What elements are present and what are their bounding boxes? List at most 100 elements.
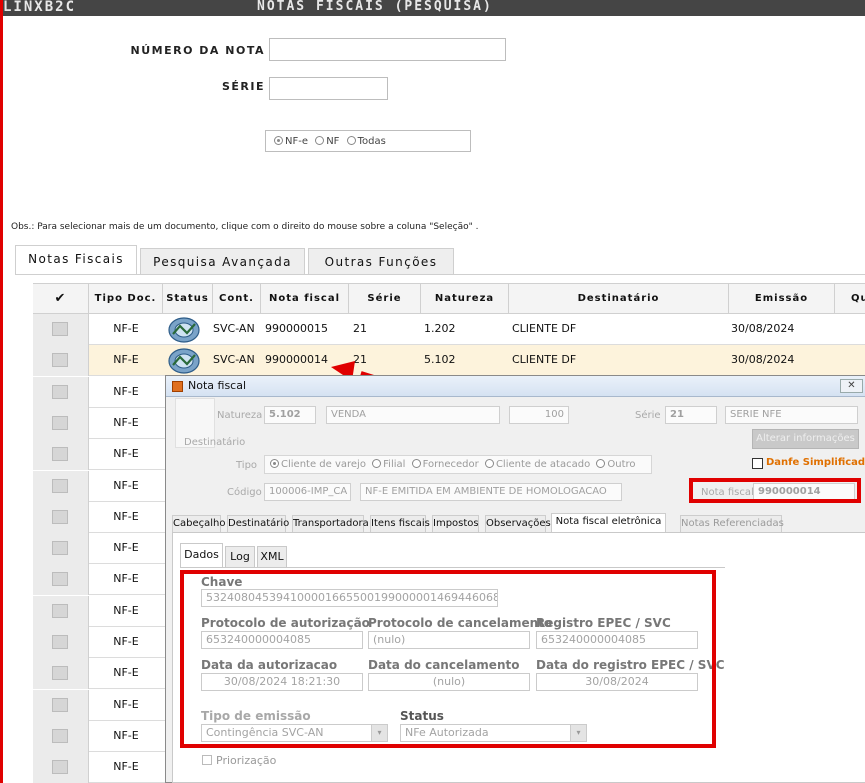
serie-code-field[interactable]: 21 [665,406,717,424]
tipo-varejo-radio[interactable]: Cliente de varejo [270,459,366,470]
subtab-itens-fiscais[interactable]: Itens fiscais [370,515,430,532]
natureza-num-field[interactable]: 100 [509,406,569,424]
table-row[interactable]: NF-E SVC-AN 990000014 21 5.102 CLIENTE DF 30/0… [33,345,865,377]
selection-cell[interactable] [33,314,89,345]
selection-cell[interactable] [33,658,89,690]
serie-input[interactable] [269,77,388,100]
col-serie-header[interactable]: Série [349,283,421,314]
inner-tab-xml[interactable]: XML [257,546,287,567]
selection-cell[interactable] [33,533,89,565]
radio-todas[interactable]: Todas [346,136,386,147]
tipo-opt-label: Filial [383,459,406,470]
row-checkbox[interactable] [52,541,68,556]
serie-label: Série [221,80,265,93]
radio-nf[interactable]: NF [315,136,339,147]
tipo-cell: NF-E [113,509,139,523]
selection-cell[interactable] [33,439,89,471]
selection-cell[interactable] [33,407,89,439]
radio-dot [372,459,382,468]
row-checkbox[interactable] [52,603,68,618]
tab-outras-funcoes[interactable]: Outras Funções [308,248,454,275]
selection-cell[interactable] [33,689,89,721]
tab-divider [15,274,865,275]
title-bar: LINXB2C NOTAS FISCAIS (PESQUISA) [3,0,865,16]
dialog-close-button[interactable]: ✕ [840,379,863,393]
codigo-field[interactable]: 100006-IMP_CA [264,483,351,501]
row-checkbox[interactable] [52,447,68,462]
subtab-observacoes[interactable]: Observações [485,515,551,532]
nfe-status-icon[interactable] [167,316,201,344]
obs-note: Obs.: Para selecionar mais de um documen… [11,222,479,232]
row-checkbox[interactable] [52,635,68,649]
row-checkbox[interactable] [52,509,68,524]
selection-cell[interactable] [33,376,89,408]
tipo-atacado-radio[interactable]: Cliente de atacado [484,459,590,470]
natureza-code-field[interactable]: 5.102 [264,406,316,424]
selection-cell[interactable] [33,345,89,377]
tab-pesquisa-avancada[interactable]: Pesquisa Avançada [140,248,305,275]
row-checkbox[interactable] [52,384,68,399]
subtab-notas-referenciadas[interactable]: Notas Referenciadas [680,515,784,532]
col-nota-header[interactable]: Nota fiscal [261,283,349,314]
codigo-desc-field[interactable]: NF-E EMITIDA EM AMBIENTE DE HOMOLOGACAO [360,483,622,501]
subtab-transportadora[interactable]: Transportadora [292,515,369,532]
subtab-impostos[interactable]: Impostos [432,515,479,532]
subtab-nfe[interactable]: Nota fiscal eletrônica [551,513,666,532]
tipo-filial-radio[interactable]: Filial [372,459,405,470]
selection-cell[interactable] [33,564,89,596]
tipo-opt-label: Cliente de varejo [281,459,366,470]
tipo-fornecedor-radio[interactable]: Fornecedor [411,459,479,470]
alterar-informacoes-button[interactable]: Alterar informações [752,429,859,449]
danfe-checkbox[interactable] [752,458,763,469]
row-checkbox[interactable] [52,415,68,430]
radio-dot [596,459,606,468]
inner-tab-log[interactable]: Log [225,546,255,567]
radio-nfe[interactable]: NF-e [274,136,308,147]
col-destinatario-header[interactable]: Destinatário [509,283,729,314]
row-checkbox[interactable] [52,760,68,775]
row-checkbox[interactable] [52,572,68,587]
serie-desc-field[interactable]: SERIE NFE [725,406,858,424]
selection-cell[interactable] [33,752,89,783]
radio-dot [274,136,283,145]
subtab-destinatario[interactable]: Destinatário [227,515,289,532]
natureza-label: Natureza [217,410,263,421]
col-cont-header[interactable]: Cont. [213,283,261,314]
row-checkbox[interactable] [52,322,68,336]
tipo-cell: NF-E [113,572,139,586]
nfe-status-icon[interactable] [167,347,201,375]
selection-cell[interactable] [33,470,89,502]
selection-cell[interactable] [33,720,89,752]
selection-cell[interactable] [33,501,89,533]
col-selection-header[interactable]: ✔ [33,283,89,314]
radio-nfe-label: NF-e [285,136,308,147]
selection-cell[interactable] [33,627,89,658]
doc-type-radio-group: NF-e NF Todas [265,130,471,152]
selection-cell[interactable] [33,595,89,627]
nota-fiscal-highlight [689,478,861,503]
col-q-header[interactable]: Qu [835,283,865,314]
table-row[interactable]: NF-E SVC-AN 990000015 21 1.202 CLIENTE DF 30/0… [33,314,865,345]
radio-dot [346,136,356,145]
destinatario-cell: CLIENTE DF [512,322,577,335]
tipo-cell: NF-E [113,666,139,680]
priorizacao-checkbox[interactable] [202,755,212,765]
col-status-header[interactable]: Status [163,283,213,314]
row-checkbox[interactable] [52,697,68,712]
col-tipo-header[interactable]: Tipo Doc. [89,283,163,314]
tipo-outro-radio[interactable]: Outro [596,459,636,470]
row-checkbox[interactable] [52,353,68,368]
numero-input[interactable] [269,38,506,61]
subtab-cabecalho[interactable]: Cabeçalho [172,515,225,532]
row-checkbox[interactable] [52,478,68,493]
row-checkbox[interactable] [52,728,68,743]
row-checkbox[interactable] [52,666,68,681]
col-emissao-header[interactable]: Emissão [729,283,835,314]
tab-notas-fiscais[interactable]: Notas Fiscais [15,245,137,274]
tipo-cell: NF-E [113,635,139,648]
tipo-cell: NF-E [113,353,139,367]
col-natureza-header[interactable]: Natureza [421,283,509,314]
natureza-desc-field[interactable]: VENDA [326,406,500,424]
cont-cell: SVC-AN [213,322,255,335]
inner-tab-dados[interactable]: Dados [180,543,223,567]
